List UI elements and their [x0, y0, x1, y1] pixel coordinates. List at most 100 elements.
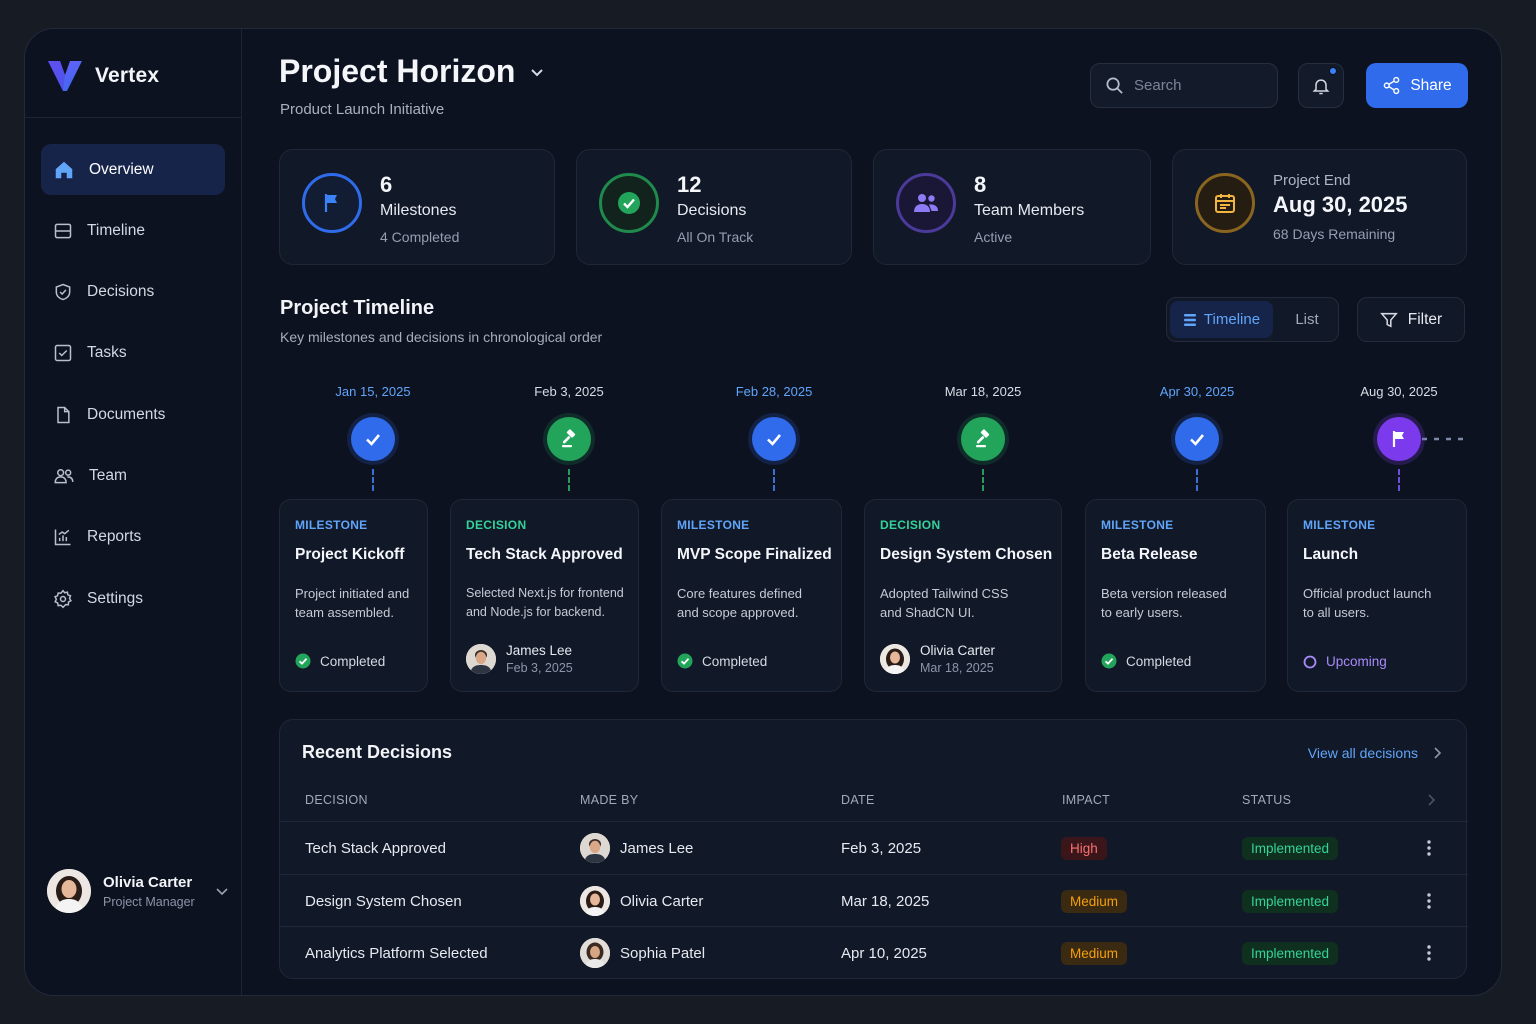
event-card-beta[interactable]: MILESTONE Beta Release Beta version rele… [1085, 499, 1266, 692]
timeline-node-beta[interactable] [1175, 417, 1219, 461]
event-card-kickoff[interactable]: MILESTONE Project Kickoff Project initia… [279, 499, 428, 692]
status-badge: Implemented [1242, 836, 1339, 860]
sidebar-item-label: Documents [87, 405, 166, 423]
timeline-node-tech-stack[interactable] [547, 417, 591, 461]
chart-icon [54, 529, 71, 546]
project-switcher[interactable]: Project Horizon [279, 53, 545, 90]
event-card-tech-stack[interactable]: DECISION Tech Stack Approved Selected Ne… [450, 499, 639, 692]
filter-label: Filter [1407, 310, 1443, 328]
table-row[interactable]: Tech Stack Approved James Lee Feb 3, 202… [280, 821, 1468, 873]
timeline-date: Feb 3, 2025 [534, 384, 604, 399]
filter-button[interactable]: Filter [1357, 297, 1465, 342]
chevron-right-icon[interactable] [1426, 793, 1436, 807]
event-card-mvp[interactable]: MILESTONE MVP Scope Finalized Core featu… [661, 499, 842, 692]
timeline-stem [982, 469, 984, 491]
stats-row: 6 Milestones 4 Completed 12 Decisions Al… [279, 149, 1467, 265]
sidebar-item-team[interactable]: Team [41, 450, 225, 501]
chevron-down-icon[interactable] [215, 884, 229, 898]
table-row[interactable]: Design System Chosen Olivia Carter Mar 1… [280, 874, 1468, 926]
status: Implemented [1242, 927, 1339, 979]
column-header[interactable]: IMPACT [1062, 793, 1110, 807]
impact: Medium [1061, 875, 1128, 927]
document-icon [57, 406, 70, 423]
view-timeline-label: Timeline [1203, 311, 1261, 328]
timeline-stem [568, 469, 570, 491]
sidebar-item-tasks[interactable]: Tasks [41, 328, 225, 379]
app-window: Vertex Overview Timeline Decisions Tasks [24, 28, 1502, 996]
table-row[interactable]: Analytics Platform Selected Sophia Patel… [280, 926, 1468, 978]
sidebar-item-decisions[interactable]: Decisions [41, 267, 225, 318]
chevron-down-icon [531, 68, 544, 76]
event-type: MILESTONE [1303, 518, 1376, 532]
column-header[interactable]: DECISION [305, 793, 368, 807]
row-menu-button[interactable] [1426, 822, 1432, 874]
event-title: MVP Scope Finalized [677, 546, 832, 563]
timeline-date: Mar 18, 2025 [944, 384, 1022, 399]
sidebar-item-settings[interactable]: Settings [41, 573, 225, 624]
sidebar-item-label: Team [89, 466, 127, 484]
row-menu-button[interactable] [1426, 927, 1432, 979]
sidebar-item-label: Reports [87, 528, 142, 546]
sidebar-item-timeline[interactable]: Timeline [41, 205, 225, 256]
made-by: Olivia Carter [580, 875, 703, 927]
timeline-subtitle: Key milestones and decisions in chronolo… [280, 329, 603, 345]
view-timeline-button[interactable]: Timeline [1170, 301, 1273, 338]
team-icon [54, 468, 74, 484]
brand[interactable]: Vertex [47, 59, 159, 93]
sidebar-item-documents[interactable]: Documents [41, 389, 225, 440]
event-description: Project initiated and team assembled. [295, 586, 410, 620]
stat-card-team[interactable]: 8 Team Members Active [873, 149, 1151, 265]
stat-ring [599, 173, 659, 233]
column-header[interactable]: DATE [841, 793, 875, 807]
search-input[interactable] [1134, 77, 1264, 94]
event-status: Upcoming [1303, 654, 1387, 669]
notifications-button[interactable] [1298, 63, 1344, 108]
user-name: Olivia Carter [103, 873, 193, 891]
event-status: Completed [295, 653, 385, 669]
search-box[interactable] [1090, 63, 1278, 108]
timeline-node-design-system[interactable] [961, 417, 1005, 461]
view-all-decisions-link[interactable]: View all decisions [1308, 745, 1442, 761]
decision-date: Apr 10, 2025 [841, 944, 927, 962]
impact: Medium [1061, 927, 1128, 979]
timeline-node-mvp[interactable] [752, 417, 796, 461]
impact: High [1061, 822, 1107, 874]
event-card-launch[interactable]: MILESTONE Launch Official product launch… [1287, 499, 1467, 692]
row-menu-button[interactable] [1426, 875, 1432, 927]
event-title: Launch [1303, 546, 1359, 563]
timeline-node-kickoff[interactable] [351, 417, 395, 461]
event-card-design-system[interactable]: DECISION Design System Chosen Adopted Ta… [864, 499, 1062, 692]
event-status: Completed [1101, 653, 1191, 669]
gavel-icon [562, 429, 576, 448]
stat-card-decisions[interactable]: 12 Decisions All On Track [576, 149, 852, 265]
share-label: Share [1410, 76, 1452, 94]
sidebar-item-reports[interactable]: Reports [41, 512, 225, 563]
stat-number: 8 [974, 172, 987, 197]
event-status: Completed [677, 653, 767, 669]
event-title: Tech Stack Approved [466, 546, 623, 563]
made-by: Sophia Patel [580, 927, 705, 979]
timeline-date: Apr 30, 2025 [1159, 384, 1235, 399]
event-description: Official product launch to all users. [1303, 586, 1432, 620]
gavel-icon [976, 429, 990, 448]
chevron-right-icon [1434, 747, 1442, 759]
view-list-button[interactable]: List [1279, 298, 1335, 341]
stat-card-milestones[interactable]: 6 Milestones 4 Completed [279, 149, 555, 265]
column-header[interactable]: MADE BY [580, 793, 638, 807]
check-icon [1190, 434, 1204, 446]
search-icon [1106, 77, 1123, 94]
event-title: Design System Chosen [880, 546, 1053, 563]
check-circle-icon [295, 653, 311, 669]
column-header[interactable]: STATUS [1242, 793, 1291, 807]
sidebar-item-label: Overview [89, 160, 154, 178]
timeline-date: Aug 30, 2025 [1360, 384, 1438, 399]
timeline-node-launch[interactable] [1377, 417, 1421, 461]
sidebar-item-overview[interactable]: Overview [41, 144, 225, 195]
stat-card-project-end[interactable]: Project End Aug 30, 2025 68 Days Remaini… [1172, 149, 1467, 265]
share-button[interactable]: Share [1366, 63, 1468, 108]
user-profile[interactable]: Olivia Carter Project Manager [47, 869, 229, 913]
timeline-line [373, 437, 1468, 441]
stat-ring [1195, 173, 1255, 233]
timeline-date: Feb 28, 2025 [735, 384, 813, 399]
decision-name: Design System Chosen [305, 892, 462, 910]
